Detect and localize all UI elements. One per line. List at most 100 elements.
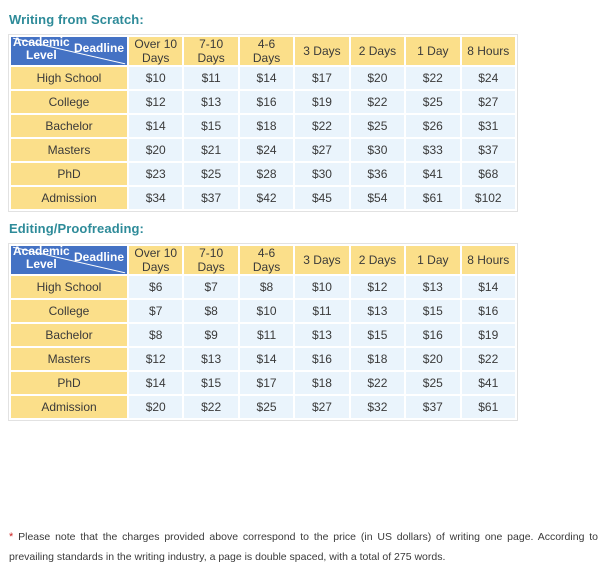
corner-label-deadline: Deadline — [73, 250, 124, 264]
price-cell: $34 — [129, 187, 183, 209]
price-cell: $22 — [184, 396, 238, 418]
section-heading-writing-from-scratch: Writing from Scratch: — [9, 12, 144, 27]
price-cell: $25 — [406, 91, 460, 113]
price-cell: $15 — [350, 324, 405, 346]
price-cell: $10 — [295, 276, 349, 298]
table-row: Bachelor $8 $9 $11 $13 $15 $16 $19 — [11, 324, 515, 346]
corner-header-cell: Deadline Academic Level — [11, 246, 127, 274]
price-cell: $8 — [129, 324, 183, 346]
table-body: High School $10 $11 $14 $17 $20 $22 $24 … — [11, 67, 515, 209]
price-cell: $18 — [295, 372, 349, 394]
price-cell: $17 — [295, 67, 349, 89]
price-cell: $42 — [239, 187, 294, 209]
column-header-3-days: 3 Days — [295, 37, 349, 65]
row-label-bachelor: Bachelor — [11, 324, 127, 346]
table-row: College $12 $13 $16 $19 $22 $25 $27 — [11, 91, 515, 113]
header-row: Deadline Academic Level Over 10 Days 7-1… — [11, 37, 515, 65]
price-cell: $11 — [184, 67, 238, 89]
price-cell: $27 — [295, 139, 349, 161]
price-cell: $11 — [295, 300, 349, 322]
price-cell: $54 — [350, 187, 405, 209]
table-row: Admission $20 $22 $25 $27 $32 $37 $61 — [11, 396, 515, 418]
table-row: High School $6 $7 $8 $10 $12 $13 $14 — [11, 276, 515, 298]
row-label-admission: Admission — [11, 187, 127, 209]
price-cell: $36 — [350, 163, 405, 185]
column-header-over-10-days: Over 10 Days — [129, 246, 183, 274]
price-cell: $17 — [239, 372, 294, 394]
table-row: College $7 $8 $10 $11 $13 $15 $16 — [11, 300, 515, 322]
price-cell: $25 — [184, 163, 238, 185]
price-cell: $24 — [239, 139, 294, 161]
price-cell: $11 — [239, 324, 294, 346]
table-row: Masters $20 $21 $24 $27 $30 $33 $37 — [11, 139, 515, 161]
price-cell: $9 — [184, 324, 238, 346]
price-cell: $13 — [406, 276, 460, 298]
price-cell: $14 — [239, 67, 294, 89]
column-header-4-6-days: 4-6 Days — [239, 246, 294, 274]
price-cell: $20 — [406, 348, 460, 370]
price-cell: $22 — [295, 115, 349, 137]
price-cell: $22 — [350, 91, 405, 113]
row-label-bachelor: Bachelor — [11, 115, 127, 137]
price-cell: $15 — [406, 300, 460, 322]
price-cell: $14 — [129, 372, 183, 394]
price-cell: $25 — [350, 115, 405, 137]
price-cell: $27 — [461, 91, 515, 113]
column-header-1-day: 1 Day — [406, 37, 460, 65]
pricing-table-editing-proofreading: Deadline Academic Level Over 10 Days 7-1… — [8, 243, 518, 421]
price-cell: $12 — [350, 276, 405, 298]
table-row: Bachelor $14 $15 $18 $22 $25 $26 $31 — [11, 115, 515, 137]
corner-label-academic-level: Academic Level — [13, 37, 70, 62]
column-header-8-hours: 8 Hours — [461, 37, 515, 65]
price-cell: $19 — [461, 324, 515, 346]
column-header-4-6-days: 4-6 Days — [239, 37, 294, 65]
table-header: Deadline Academic Level Over 10 Days 7-1… — [11, 37, 515, 65]
price-cell: $18 — [239, 115, 294, 137]
price-cell: $18 — [350, 348, 405, 370]
pricing-table-writing-from-scratch: Deadline Academic Level Over 10 Days 7-1… — [8, 34, 518, 212]
price-cell: $16 — [295, 348, 349, 370]
row-label-college: College — [11, 91, 127, 113]
price-cell: $20 — [129, 139, 183, 161]
price-cell: $102 — [461, 187, 515, 209]
price-cell: $61 — [461, 396, 515, 418]
table-row: Admission $34 $37 $42 $45 $54 $61 $102 — [11, 187, 515, 209]
corner-label-academic-level: Academic Level — [13, 246, 70, 271]
row-label-high-school: High School — [11, 67, 127, 89]
price-cell: $16 — [461, 300, 515, 322]
price-cell: $37 — [406, 396, 460, 418]
price-cell: $8 — [184, 300, 238, 322]
price-cell: $22 — [406, 67, 460, 89]
column-header-7-10-days: 7-10 Days — [184, 246, 238, 274]
price-cell: $13 — [184, 91, 238, 113]
price-cell: $23 — [129, 163, 183, 185]
price-cell: $13 — [295, 324, 349, 346]
column-header-8-hours: 8 Hours — [461, 246, 515, 274]
price-cell: $15 — [184, 372, 238, 394]
price-cell: $15 — [184, 115, 238, 137]
row-label-phd: PhD — [11, 163, 127, 185]
price-cell: $25 — [406, 372, 460, 394]
price-cell: $31 — [461, 115, 515, 137]
price-cell: $27 — [295, 396, 349, 418]
row-label-masters: Masters — [11, 348, 127, 370]
column-header-2-days: 2 Days — [350, 246, 405, 274]
corner-label-academic-line2: Level — [26, 257, 57, 271]
column-header-over-10-days: Over 10 Days — [129, 37, 183, 65]
price-cell: $13 — [350, 300, 405, 322]
footnote-asterisk: * — [9, 530, 14, 543]
price-cell: $14 — [239, 348, 294, 370]
column-header-3-days: 3 Days — [295, 246, 349, 274]
price-cell: $22 — [461, 348, 515, 370]
column-header-2-days: 2 Days — [350, 37, 405, 65]
footnote-text: Please note that the charges provided ab… — [9, 530, 599, 563]
row-label-masters: Masters — [11, 139, 127, 161]
price-cell: $8 — [239, 276, 294, 298]
price-cell: $6 — [129, 276, 183, 298]
price-cell: $7 — [129, 300, 183, 322]
table-header: Deadline Academic Level Over 10 Days 7-1… — [11, 246, 515, 274]
price-cell: $20 — [350, 67, 405, 89]
row-label-high-school: High School — [11, 276, 127, 298]
price-cell: $14 — [129, 115, 183, 137]
table-row: High School $10 $11 $14 $17 $20 $22 $24 — [11, 67, 515, 89]
